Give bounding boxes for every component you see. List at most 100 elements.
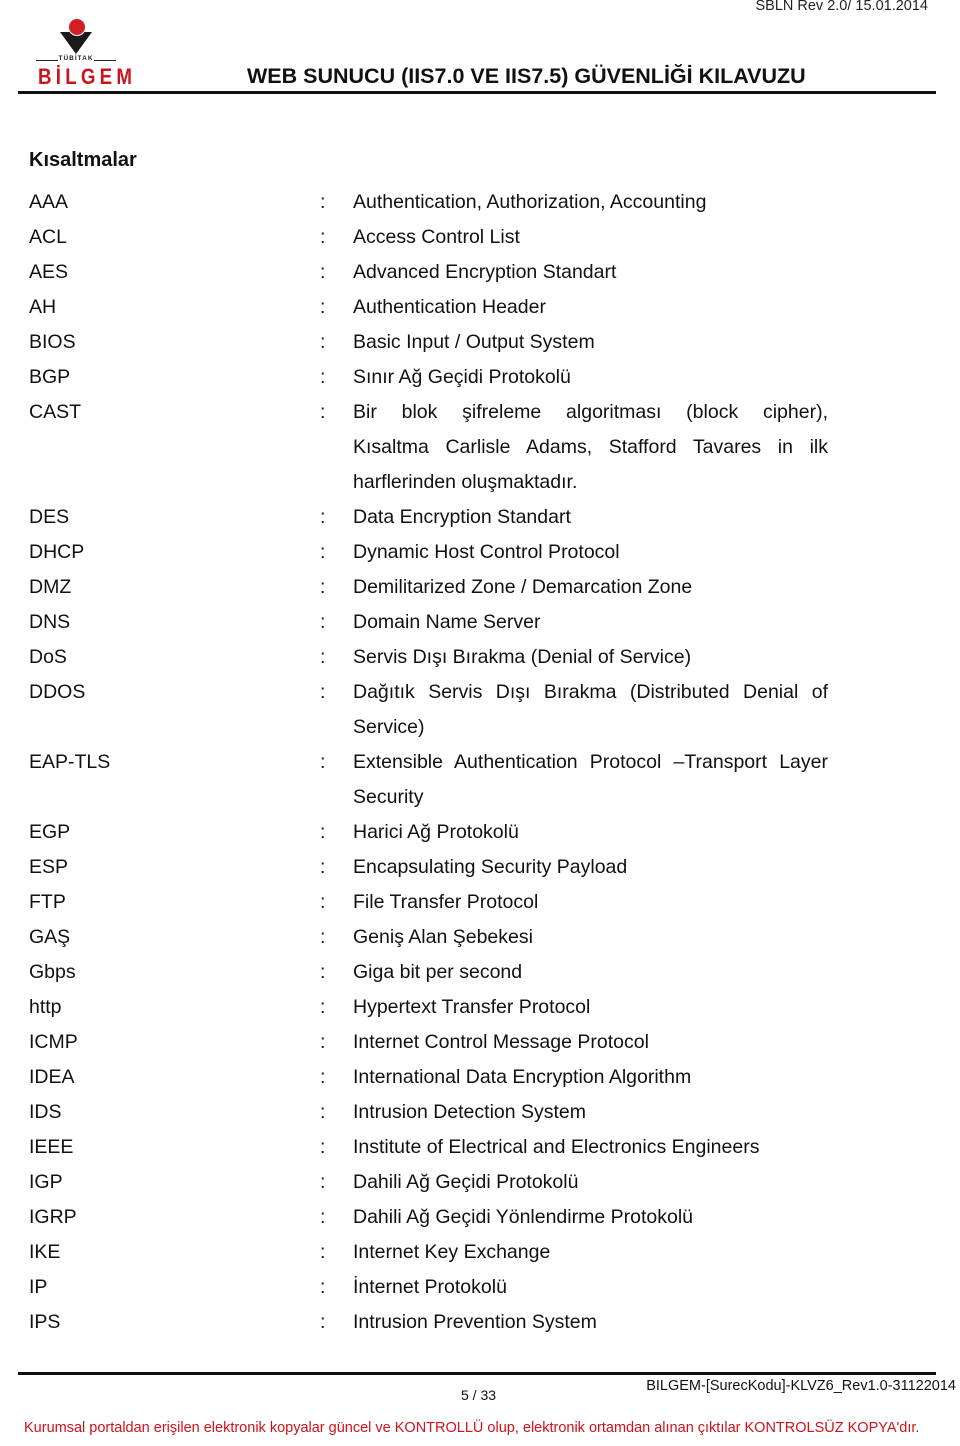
abbreviation-term: IEEE [29,1136,74,1158]
abbreviation-term: IGP [29,1171,63,1193]
abbreviation-row: AAA: Authentication, Authorization, Accou… [29,185,829,220]
separator-colon: : [320,296,326,318]
abbreviation-definition: Dahili Ağ Geçidi Yönlendirme Protokolü [353,1200,828,1235]
definition-line: Giga bit per second [353,961,523,983]
separator-colon: : [320,1136,326,1158]
abbreviation-definition: Demilitarized Zone / Demarcation Zone [353,570,828,605]
abbreviation-term: IDEA [29,1066,75,1088]
abbreviation-definition: Servis Dışı Bırakma (Denial of Service) [353,640,828,675]
abbreviation-row: ICMP: Internet Control Message Protocol [29,1025,829,1060]
abbreviation-row: IGRP: Dahili Ağ Geçidi Yönlendirme Protok… [29,1200,829,1235]
abbreviation-term: IGRP [29,1206,77,1228]
definition-line: harflerinden oluşmaktadır. [353,471,578,493]
footer-divider [18,1372,936,1375]
abbreviation-term: IP [29,1276,48,1298]
abbreviation-row: CAST: Bir blok şifreleme algoritması (blo… [29,395,829,500]
abbreviation-term: IDS [29,1101,62,1123]
abbreviation-definition: Bir blok şifreleme algoritması (block ci… [353,395,828,500]
abbreviation-definition: Encapsulating Security Payload [353,850,828,885]
abbreviation-term: IPS [29,1311,61,1333]
abbreviation-definition: File Transfer Protocol [353,885,828,920]
abbreviation-definition: Authentication, Authorization, Accountin… [353,185,828,220]
abbreviation-term: http [29,996,62,1018]
abbreviation-definition: Sınır Ağ Geçidi Protokolü [353,360,828,395]
definition-line: Institute of Electrical and Electronics … [353,1136,760,1158]
abbreviation-definition: Extensible Authentication Protocol –Tran… [353,745,828,815]
definition-line: Encapsulating Security Payload [353,856,628,878]
abbreviation-definition: Domain Name Server [353,605,828,640]
abbreviation-row: IP: İnternet Protokolü [29,1270,829,1305]
separator-colon: : [320,751,326,773]
abbreviation-row: BIOS: Basic Input / Output System [29,325,829,360]
abbreviation-term: EAP-TLS [29,751,111,773]
abbreviation-term: DoS [29,646,67,668]
abbreviation-row: IEEE: Institute of Electrical and Electro… [29,1130,829,1165]
abbreviation-term: IKE [29,1241,61,1263]
abbreviation-row: DDOS: Dağıtık Servis Dışı Bırakma (Distri… [29,675,829,745]
separator-colon: : [320,856,326,878]
definition-line: Bir blok şifreleme algoritması (block ci… [353,401,828,423]
definition-line: File Transfer Protocol [353,891,539,913]
abbreviation-definition: Internet Key Exchange [353,1235,828,1270]
definition-line: Domain Name Server [353,611,541,633]
abbreviation-definition: İnternet Protokolü [353,1270,828,1305]
logo-rule-right [94,60,116,61]
document-title: WEB SUNUCU (IIS7.0 VE IIS7.5) GÜVENLİĞİ … [247,64,806,88]
abbreviation-definition: Harici Ağ Protokolü [353,815,828,850]
separator-colon: : [320,821,326,843]
separator-colon: : [320,366,326,388]
revision-label: SBLN Rev 2.0/ 15.01.2014 [755,0,928,14]
abbreviation-term: CAST [29,401,82,423]
tubitak-bilgem-logo: TÜBİTAK BİLGEM [36,18,132,89]
definition-line: Sınır Ağ Geçidi Protokolü [353,366,571,388]
separator-colon: : [320,541,326,563]
abbreviation-definition: Geniş Alan Şebekesi [353,920,828,955]
abbreviation-term: DNS [29,611,71,633]
abbreviation-definition: Access Control List [353,220,828,255]
abbreviation-row: DES: Data Encryption Standart [29,500,829,535]
separator-colon: : [320,926,326,948]
abbreviation-term: ICMP [29,1031,78,1053]
abbreviation-term: FTP [29,891,66,913]
separator-colon: : [320,506,326,528]
abbreviation-term: Gbps [29,961,76,983]
definition-line: Authentication, Authorization, Accountin… [353,191,707,213]
abbreviation-term: BIOS [29,331,76,353]
abbreviation-definition: Internet Control Message Protocol [353,1025,828,1060]
abbreviation-definition: Advanced Encryption Standart [353,255,828,290]
definition-line: Internet Control Message Protocol [353,1031,649,1053]
separator-colon: : [320,1101,326,1123]
abbreviation-row: EAP-TLS: Extensible Authentication Protoc… [29,745,829,815]
definition-line: Internet Key Exchange [353,1241,551,1263]
abbreviation-definition: Dahili Ağ Geçidi Protokolü [353,1165,828,1200]
abbreviation-definition: Intrusion Prevention System [353,1305,828,1340]
definition-line: Demilitarized Zone / Demarcation Zone [353,576,693,598]
abbreviation-row: GAŞ: Geniş Alan Şebekesi [29,920,829,955]
abbreviation-term: AES [29,261,69,283]
abbreviation-term: DHCP [29,541,85,563]
separator-colon: : [320,331,326,353]
definition-line: Kısaltma Carlisle Adams, Stafford Tavare… [353,436,828,458]
definition-line: Access Control List [353,226,520,248]
abbreviation-row: DoS: Servis Dışı Bırakma (Denial of Servi… [29,640,829,675]
abbreviation-term: ACL [29,226,67,248]
definition-line: International Data Encryption Algorithm [353,1066,692,1088]
abbreviation-term: BGP [29,366,71,388]
abbreviation-definition: Data Encryption Standart [353,500,828,535]
definition-line: Authentication Header [353,296,546,318]
abbreviation-row: IDS: Intrusion Detection System [29,1095,829,1130]
separator-colon: : [320,1206,326,1228]
abbreviation-definition: Dağıtık Servis Dışı Bırakma (Distributed… [353,675,828,745]
definition-line: Intrusion Detection System [353,1101,587,1123]
separator-colon: : [320,1311,326,1333]
definition-line: Dynamic Host Control Protocol [353,541,620,563]
abbreviation-definition: Giga bit per second [353,955,828,990]
abbreviation-term: AH [29,296,57,318]
definition-line: Harici Ağ Protokolü [353,821,519,843]
separator-colon: : [320,996,326,1018]
definition-line: Advanced Encryption Standart [353,261,617,283]
document-code: BILGEM-[SurecKodu]-KLVZ6_Rev1.0-31122014 [646,1378,956,1394]
copy-control-notice: Kurumsal portaldan erişilen elektronik k… [24,1420,920,1436]
definition-line: Servis Dışı Bırakma (Denial of Service) [353,646,692,668]
separator-colon: : [320,681,326,703]
